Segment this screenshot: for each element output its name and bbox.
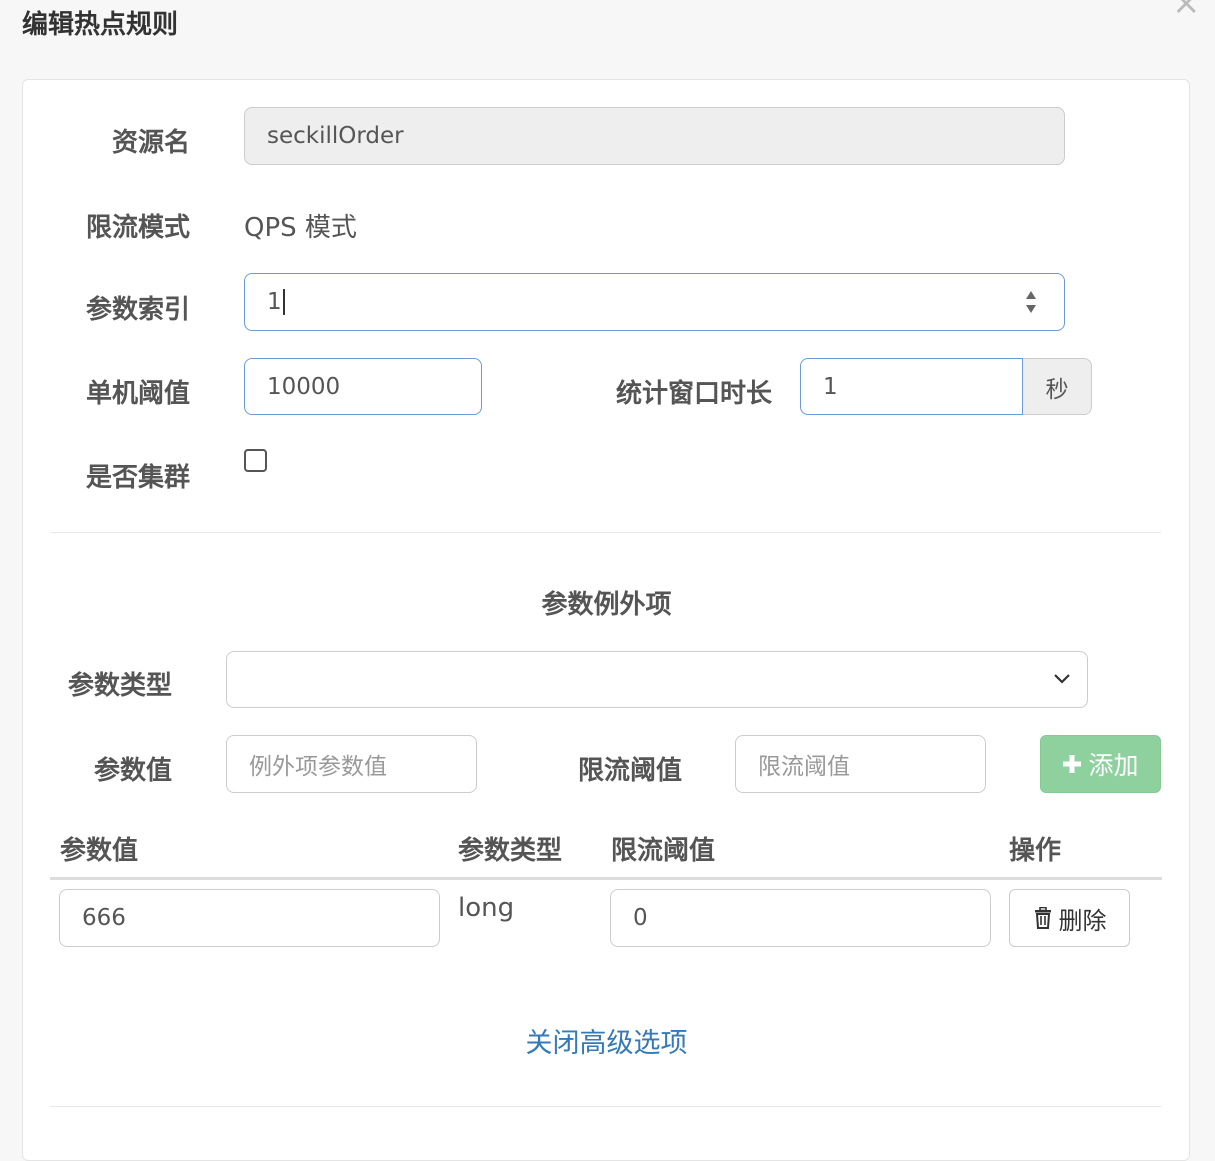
limit-mode-label: 限流模式 <box>85 213 190 243</box>
trash-icon <box>1034 907 1051 929</box>
plus-icon <box>1063 755 1082 773</box>
limit-mode-value: QPS 模式 <box>244 213 357 243</box>
modal-title: 编辑热点规则 <box>22 10 179 40</box>
table-header-action: 操作 <box>1009 836 1062 866</box>
param-index-value: 1 <box>267 289 282 315</box>
spinner-icon[interactable] <box>1024 288 1038 316</box>
table-header-border <box>50 877 1162 880</box>
cluster-label: 是否集群 <box>85 463 190 493</box>
window-label: 统计窗口时长 <box>615 379 772 409</box>
exception-limit-label: 限流阈值 <box>577 756 682 786</box>
exception-limit-input[interactable]: 限流阈值 <box>735 735 986 793</box>
exceptions-section-title: 参数例外项 <box>541 590 672 620</box>
add-exception-button[interactable]: 添加 <box>1040 735 1161 793</box>
cluster-checkbox[interactable] <box>244 449 267 472</box>
param-type-label: 参数类型 <box>67 671 172 701</box>
close-advanced-label[interactable]: 关闭高级选项 <box>526 1028 688 1059</box>
exception-value-placeholder: 例外项参数值 <box>249 754 387 780</box>
threshold-value: 10000 <box>267 373 341 400</box>
row-limit-input[interactable]: 0 <box>610 889 991 947</box>
window-value: 1 <box>823 373 838 400</box>
text-caret <box>282 289 285 315</box>
resource-label: 资源名 <box>111 128 190 158</box>
section-divider <box>50 532 1161 533</box>
row-limit: 0 <box>633 905 648 931</box>
exception-limit-placeholder: 限流阈值 <box>758 754 850 780</box>
resource-name-field[interactable]: seckillOrder <box>244 107 1065 165</box>
exception-value-label: 参数值 <box>93 756 172 786</box>
exception-value-input[interactable]: 例外项参数值 <box>226 735 477 793</box>
table-header-value: 参数值 <box>60 836 139 866</box>
table-header-type: 参数类型 <box>458 836 563 866</box>
row-value: 666 <box>82 905 126 931</box>
threshold-input[interactable]: 10000 <box>244 358 482 415</box>
threshold-label: 单机阈值 <box>85 379 190 409</box>
add-exception-label: 添加 <box>1088 751 1139 780</box>
delete-row-button[interactable]: 删除 <box>1009 889 1130 947</box>
row-type: long <box>458 893 515 923</box>
table-header-limit: 限流阈值 <box>611 836 716 866</box>
param-index-input[interactable]: 1 <box>244 273 1065 331</box>
param-type-select[interactable] <box>226 651 1088 708</box>
param-index-label: 参数索引 <box>85 295 190 325</box>
bottom-divider <box>50 1106 1161 1107</box>
window-input[interactable]: 1 <box>800 358 1023 415</box>
resource-name-value: seckillOrder <box>267 123 404 149</box>
close-icon[interactable]: × <box>1172 0 1201 20</box>
close-advanced-link[interactable]: 关闭高级选项 <box>0 1021 1213 1060</box>
row-value-input[interactable]: 666 <box>59 889 440 947</box>
delete-row-label: 删除 <box>1058 906 1107 935</box>
window-unit-addon: 秒 <box>1023 358 1092 415</box>
chevron-down-icon <box>1054 674 1070 684</box>
